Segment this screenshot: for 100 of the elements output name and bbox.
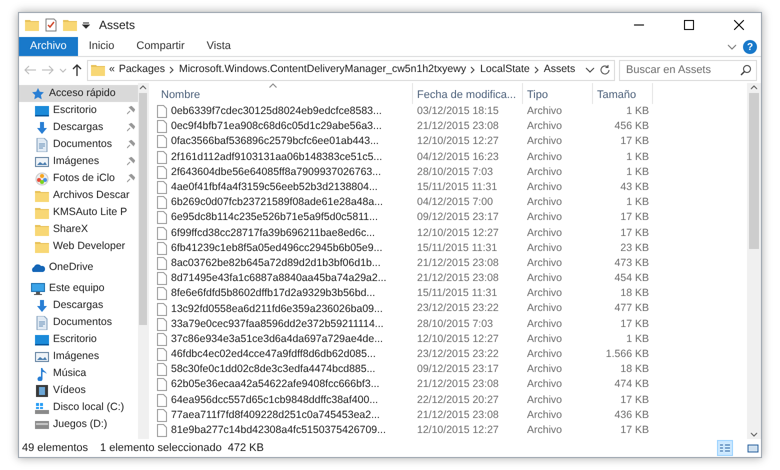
file-size: 1.566 KB <box>604 347 650 362</box>
nav-item[interactable]: Documentos <box>19 136 138 153</box>
file-size: 43 KB <box>619 180 650 195</box>
address-bar[interactable]: « Packages Microsoft.Windows.ContentDeliveryManager_cw5n1h2txyewy LocalState Assets <box>87 60 615 80</box>
file-type: Archivo <box>526 422 564 438</box>
breadcrumb[interactable]: Microsoft.Windows.ContentDeliveryManager_cw5n1h2txyewy <box>178 62 466 78</box>
file-name[interactable]: 46fdbc4ec02ed4cce47a9fdff8d6db62d085... <box>171 347 376 362</box>
breadcrumb[interactable]: Packages <box>118 62 165 78</box>
modified-date: 21/12/2015 23:08 <box>416 256 500 271</box>
file-name[interactable]: 58c30fe0c1dd02c8de3c3edfa4474bcd885... <box>171 362 376 378</box>
file-size: 1 KB <box>625 195 650 210</box>
file-size: 23 KB <box>619 240 650 256</box>
modified-date: 21/12/2015 23:08 <box>416 377 500 392</box>
selection-info: 1 elemento seleccionado <box>100 440 222 456</box>
file-size: 17 KB <box>619 392 650 408</box>
nav-item[interactable]: Juegos (D:) <box>19 416 138 433</box>
nav-item[interactable]: Disco local (C:) <box>19 399 138 416</box>
file-type: Archivo <box>526 347 564 362</box>
help-button[interactable]: ? <box>743 40 757 54</box>
file-name[interactable]: 8d71495e43fa1c6887a8840aa45ba74a29a2... <box>171 271 386 286</box>
nav-item[interactable]: Fotos de iClo <box>19 170 138 187</box>
file-type: Archivo <box>526 226 564 240</box>
file-size: 454 KB <box>614 271 650 286</box>
nav-item[interactable]: Escritorio <box>19 102 138 119</box>
nav-item[interactable]: KMSAuto Lite P <box>19 204 138 221</box>
ribbon-tab[interactable]: Archivo <box>19 37 78 56</box>
file-type: Archivo <box>526 362 564 378</box>
modified-date: 21/12/2015 23:08 <box>416 119 500 134</box>
modified-date: 15/11/2015 11:31 <box>416 286 498 302</box>
file-name[interactable]: 62b05e36ecaa42a54622afe9408fcc666bf3... <box>171 377 380 392</box>
overflow-chevron[interactable]: « <box>109 62 115 78</box>
file-name[interactable]: 33a79e0cec937faa8596dd2e372b59211114... <box>171 316 384 332</box>
nav-item[interactable]: Web Developer <box>19 238 138 255</box>
modified-date: 28/10/2015 7:03 <box>416 164 494 180</box>
nav-item[interactable]: Documentos <box>19 314 138 331</box>
search-field[interactable]: Buscar en Assets <box>619 60 757 80</box>
file-name[interactable]: 81e9ba277c14bd42308a4fc5150375426709... <box>171 423 386 438</box>
file-size: 17 KB <box>619 210 650 226</box>
nav-item[interactable]: Imágenes <box>19 153 138 170</box>
nav-item[interactable]: Archivos Descar <box>19 187 138 204</box>
nav-item[interactable]: ShareX <box>19 221 138 238</box>
breadcrumb[interactable]: Assets <box>544 62 576 78</box>
column-header[interactable]: Tipo <box>523 83 593 104</box>
file-name[interactable]: 37c86e934e3a51ce3d6a4da697a729ae4de... <box>171 332 383 347</box>
modified-date: 12/10/2015 12:27 <box>416 422 500 438</box>
file-name[interactable]: 8ac03762be82b645a72d89d2d1b3bf06d1b... <box>171 256 381 271</box>
file-size: 18 KB <box>619 362 650 378</box>
file-name[interactable]: 13c92fd0558ea6d211fd6e359a236026ba09... <box>171 302 383 317</box>
nav-item[interactable]: Acceso rápido <box>19 85 138 102</box>
file-type: Archivo <box>526 271 564 286</box>
modified-date: 12/10/2015 12:27 <box>416 226 500 240</box>
nav-item[interactable]: Música <box>19 365 138 382</box>
file-type: Archivo <box>526 180 564 195</box>
modified-date: 09/12/2015 23:17 <box>416 210 500 226</box>
file-name[interactable]: 2f643604dbe56e64085ff8a7909937026763... <box>171 164 382 180</box>
nav-item[interactable]: OneDrive <box>19 259 138 276</box>
nav-item[interactable]: Descargas <box>19 297 138 314</box>
ribbon-tab[interactable]: Vista <box>196 37 242 56</box>
file-name[interactable]: 8fe6e6fdfd5b8602dffb17d2a9329b3b56bd... <box>171 286 376 302</box>
file-size: 17 KB <box>619 422 650 438</box>
file-type: Archivo <box>526 301 564 316</box>
nav-item[interactable]: Escritorio <box>19 331 138 348</box>
file-name[interactable]: 77aea711f7fd8f409228d251c0a745453ea2... <box>171 408 380 423</box>
file-name[interactable]: 2f161d112adf9103131aa06b148383ce51c5... <box>171 150 382 165</box>
file-type: Archivo <box>526 150 564 165</box>
column-header[interactable]: Fecha de modifica... <box>413 83 523 104</box>
file-name[interactable]: 6e95dc8b114c235e526b71e5a9f5d0c5811... <box>171 210 378 226</box>
file-size: 17 KB <box>619 226 650 240</box>
nav-item[interactable]: Descargas <box>19 119 138 136</box>
ribbon-tab[interactable]: Inicio <box>78 37 126 56</box>
file-name[interactable]: 64ea956dcc557d65c1cb9848ddffc38af400... <box>171 392 378 408</box>
modified-date: 21/12/2015 23:08 <box>416 271 500 286</box>
file-name[interactable]: 6f99ffcd38cc28717fa39b696211bae8ed6c... <box>171 226 375 241</box>
selection-size: 472 KB <box>228 440 264 456</box>
file-name[interactable]: 0ec9f4bfb71ea908c68d6c05d1c29abe56a3... <box>171 119 382 134</box>
file-size: 1 KB <box>625 104 650 119</box>
breadcrumb[interactable]: LocalState <box>480 62 530 78</box>
modified-date: 28/10/2015 7:03 <box>416 316 494 332</box>
file-name[interactable]: 6b269c0d07fcb23721589f08ade61e28a48a... <box>171 195 383 210</box>
file-type: Archivo <box>526 195 564 210</box>
nav-item[interactable]: Este equipo <box>19 280 138 297</box>
file-type: Archivo <box>526 256 564 271</box>
file-size: 456 KB <box>614 119 650 134</box>
modified-date: 23/12/2015 23:22 <box>416 347 500 362</box>
modified-date: 15/11/2015 11:31 <box>416 240 498 256</box>
file-name[interactable]: 4ae0f41fbf4a4f3159c56eeb52b3d2138804... <box>171 180 378 196</box>
column-header[interactable]: Nombre <box>157 83 413 104</box>
modified-date: 04/12/2015 7:00 <box>416 195 494 210</box>
file-type: Archivo <box>526 286 564 302</box>
nav-item[interactable]: Vídeos <box>19 382 138 399</box>
file-name[interactable]: 6fb41239c1eb8f5a05ed496cc2945b6b05e9... <box>171 240 382 256</box>
file-name[interactable]: 0eb6339f7cdec30125d8024eb9edcfce8583... <box>171 104 382 120</box>
ribbon-tab[interactable]: Compartir <box>125 37 196 56</box>
file-type: Archivo <box>526 377 564 392</box>
column-header[interactable]: Tamaño <box>593 83 653 104</box>
file-name[interactable]: 0fac3566baf536896c2579bcfc6ee01ab443... <box>171 134 379 150</box>
nav-item[interactable]: Imágenes <box>19 348 138 365</box>
modified-date: 09/12/2015 23:17 <box>416 362 500 378</box>
modified-date: 21/12/2015 23:08 <box>416 408 500 423</box>
modified-date: 04/12/2015 16:23 <box>416 150 500 165</box>
